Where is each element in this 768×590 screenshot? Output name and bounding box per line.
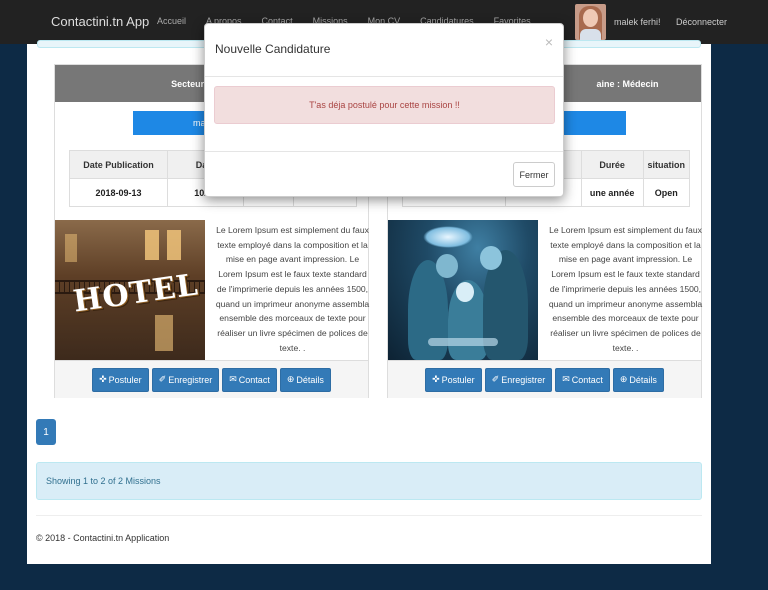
- pin-icon: ✐: [491, 374, 500, 384]
- plus-circle-icon: ⊕: [619, 374, 628, 384]
- table-header: Durée: [580, 150, 644, 179]
- nav-accueil[interactable]: Accueil: [157, 16, 186, 26]
- modal-divider: [205, 76, 563, 77]
- showing-info: Showing 1 to 2 of 2 Missions: [36, 462, 702, 500]
- pin-icon: ✐: [158, 374, 167, 384]
- card-actions: ✜ Postuler ✐ Enregistrer ✉ Contact ⊕ Détails: [55, 360, 368, 398]
- logout-link[interactable]: Déconnecter: [676, 17, 727, 27]
- contact-label: Contact: [238, 374, 270, 385]
- enregistrer-button[interactable]: ✐ Enregistrer: [151, 367, 220, 392]
- pagination-page-1[interactable]: 1: [36, 419, 56, 445]
- mission-description: Le Lorem Ipsum est simplement du faux te…: [548, 225, 703, 353]
- avatar[interactable]: [575, 4, 606, 40]
- plus-circle-icon: ⊕: [286, 374, 295, 384]
- hotel-photo: HOTEL: [55, 220, 205, 360]
- close-icon[interactable]: ×: [545, 34, 553, 50]
- table-cell: une année: [580, 178, 644, 207]
- crosshair-icon: ✜: [432, 374, 440, 384]
- fermer-button[interactable]: Fermer: [513, 162, 555, 187]
- crosshair-icon: ✜: [99, 374, 107, 384]
- postuler-label: Postuler: [108, 374, 142, 385]
- details-button[interactable]: ⊕ Détails: [612, 367, 664, 392]
- contact-button[interactable]: ✉ Contact: [555, 367, 610, 392]
- contact-label: Contact: [571, 374, 603, 385]
- postuler-label: Postuler: [441, 374, 475, 385]
- nouvelle-candidature-modal: Nouvelle Candidature × T'as déja postulé…: [204, 23, 564, 197]
- table-cell: Open: [642, 178, 690, 207]
- brand[interactable]: Contactini.tn App: [51, 14, 149, 29]
- envelope-icon: ✉: [562, 374, 570, 384]
- footer-divider: [36, 515, 702, 516]
- enregistrer-button[interactable]: ✐ Enregistrer: [484, 367, 553, 392]
- details-label: Détails: [296, 374, 324, 385]
- contact-button[interactable]: ✉ Contact: [222, 367, 277, 392]
- enregistrer-label: Enregistrer: [501, 374, 546, 385]
- table-cell: 2018-09-13: [69, 178, 168, 207]
- postuler-button[interactable]: ✜ Postuler: [92, 367, 149, 392]
- envelope-icon: ✉: [229, 374, 237, 384]
- details-button[interactable]: ⊕ Détails: [279, 367, 331, 392]
- postuler-button[interactable]: ✜ Postuler: [425, 367, 482, 392]
- alert-danger: T'as déja postulé pour cette mission !!: [214, 86, 555, 124]
- modal-title: Nouvelle Candidature: [215, 42, 331, 56]
- table-header: Date Publication: [69, 150, 168, 179]
- mission-description: Le Lorem Ipsum est simplement du faux te…: [215, 225, 370, 353]
- user-name[interactable]: malek ferhi!: [614, 17, 661, 27]
- modal-divider: [205, 151, 563, 152]
- enregistrer-label: Enregistrer: [168, 374, 213, 385]
- table-header: situation: [642, 150, 690, 179]
- card-actions: ✜ Postuler ✐ Enregistrer ✉ Contact ⊕ Détails: [388, 360, 701, 398]
- details-label: Détails: [629, 374, 657, 385]
- surgery-photo: [388, 220, 538, 360]
- card-header-text: aine : Médecin: [596, 78, 659, 89]
- footer-text: © 2018 - Contactini.tn Application: [36, 533, 170, 543]
